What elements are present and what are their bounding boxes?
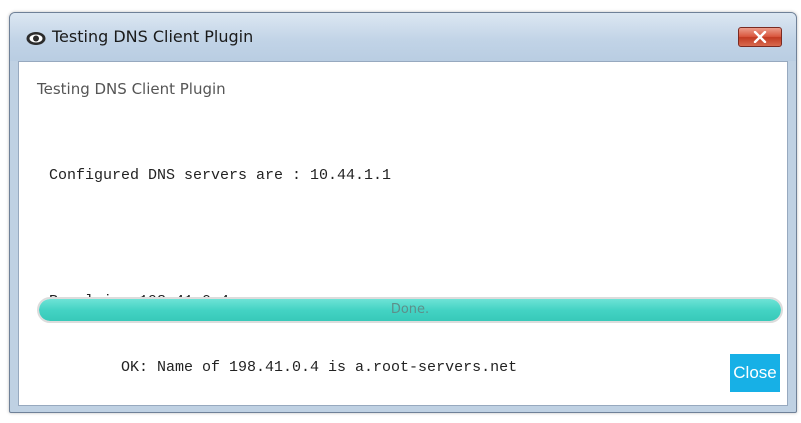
- progress-label: Done.: [390, 302, 430, 317]
- dialog-window: Testing DNS Client Plugin Testing DNS Cl…: [9, 12, 797, 413]
- panel-title: Testing DNS Client Plugin: [37, 80, 226, 98]
- eye-icon: [26, 31, 46, 46]
- output-text: Configured DNS servers are : 10.44.1.1 R…: [49, 121, 517, 423]
- dialog-content: Testing DNS Client Plugin Configured DNS…: [18, 61, 788, 406]
- title-bar[interactable]: Testing DNS Client Plugin: [10, 13, 796, 61]
- output-line: OK: Name of 198.41.0.4 is a.root-servers…: [49, 359, 518, 376]
- window-title: Testing DNS Client Plugin: [52, 27, 254, 46]
- output-line: Configured DNS servers are : 10.44.1.1: [49, 167, 392, 184]
- progress-bar: Done.: [37, 297, 783, 323]
- close-x-icon: [753, 28, 767, 47]
- close-button[interactable]: Close: [730, 354, 780, 392]
- window-close-button[interactable]: [738, 27, 782, 47]
